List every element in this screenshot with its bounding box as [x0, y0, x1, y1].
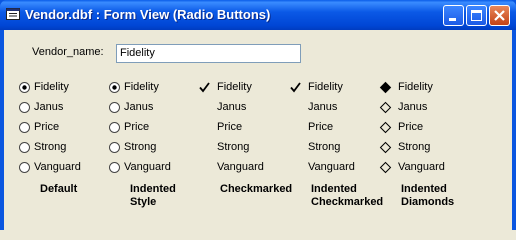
group-caption-line: Indented	[130, 183, 176, 195]
group-caption-line: Indented	[311, 183, 357, 195]
option-label: Vanguard	[217, 161, 264, 173]
option-label: Fidelity	[217, 81, 252, 93]
option-label: Price	[217, 121, 243, 133]
form-client-area: Vendor_name: Fidelity Fidelity Janus Price…	[4, 30, 512, 230]
group-caption-line: Checkmarked	[220, 183, 293, 195]
option-label: Janus	[308, 101, 338, 113]
option-label: Price	[124, 121, 150, 133]
group-caption-line: Indented	[401, 183, 447, 195]
radio-icon	[109, 162, 120, 173]
minimize-button[interactable]	[443, 5, 464, 26]
option-label: Vanguard	[308, 161, 355, 173]
radio-icon	[109, 122, 120, 133]
option-label: Strong	[308, 141, 341, 153]
radio-icon	[109, 102, 120, 113]
option-label: Janus	[124, 101, 154, 113]
window-title: Vendor.dbf : Form View (Radio Buttons)	[25, 7, 271, 22]
option-label: Janus	[398, 101, 428, 113]
option-label: Vanguard	[398, 161, 445, 173]
option-label: Fidelity	[124, 81, 159, 93]
option-label: Janus	[34, 101, 64, 113]
checkmark-empty-icon	[289, 101, 302, 114]
diamond-icon	[379, 121, 392, 134]
diamond-icon	[379, 101, 392, 114]
option-label: Strong	[124, 141, 157, 153]
form-window: Vendor.dbf : Form View (Radio Buttons) V…	[0, 0, 516, 230]
checkmark-empty-icon	[198, 121, 211, 134]
radio-icon	[19, 102, 30, 113]
option-label: Vanguard	[34, 161, 81, 173]
option-label: Price	[34, 121, 60, 133]
option-label: Price	[308, 121, 334, 133]
radio-icon	[19, 162, 30, 173]
vendor-name-label: Vendor_name:	[32, 46, 104, 58]
diamond-icon	[379, 161, 392, 174]
maximize-button[interactable]	[466, 5, 487, 26]
option-label: Fidelity	[308, 81, 343, 93]
group-caption: Default	[40, 183, 77, 196]
checkmark-empty-icon	[198, 101, 211, 114]
vendor-name-field[interactable]: Fidelity	[116, 44, 301, 63]
option-label: Fidelity	[398, 81, 433, 93]
minimize-icon	[449, 18, 456, 21]
checkmark-icon	[199, 82, 210, 93]
option-label: Strong	[34, 141, 67, 153]
option-label: Strong	[217, 141, 250, 153]
checkmark-icon	[290, 82, 301, 93]
radio-selected-icon	[109, 82, 120, 93]
group-caption-line: Style	[130, 196, 157, 208]
checkmark-empty-icon	[289, 121, 302, 134]
group-caption: Indented Style	[130, 183, 176, 209]
option-label: Strong	[398, 141, 431, 153]
group-caption-line: Checkmarked	[311, 196, 384, 208]
checkmark-empty-icon	[289, 161, 302, 174]
option-label: Vanguard	[124, 161, 171, 173]
close-icon	[494, 10, 505, 21]
group-caption: Checkmarked	[220, 183, 292, 196]
checkmark-empty-icon	[289, 141, 302, 154]
option-label: Janus	[217, 101, 247, 113]
group-caption: Indented Checkmarked	[311, 183, 383, 209]
form-view-icon	[6, 8, 20, 20]
group-caption-line: Default	[40, 183, 78, 195]
option-label: Price	[398, 121, 424, 133]
close-button[interactable]	[489, 5, 510, 26]
option-label: Fidelity	[34, 81, 69, 93]
checkmark-empty-icon	[198, 141, 211, 154]
checkmark-empty-icon	[198, 161, 211, 174]
group-caption-line: Diamonds	[401, 196, 455, 208]
title-bar[interactable]: Vendor.dbf : Form View (Radio Buttons)	[0, 0, 516, 30]
radio-selected-icon	[19, 82, 30, 93]
group-caption: Indented Diamonds	[401, 183, 454, 209]
maximize-icon	[471, 10, 482, 21]
diamond-icon	[379, 141, 392, 154]
radio-icon	[19, 142, 30, 153]
radio-icon	[19, 122, 30, 133]
radio-icon	[109, 142, 120, 153]
diamond-selected-icon	[379, 81, 392, 94]
